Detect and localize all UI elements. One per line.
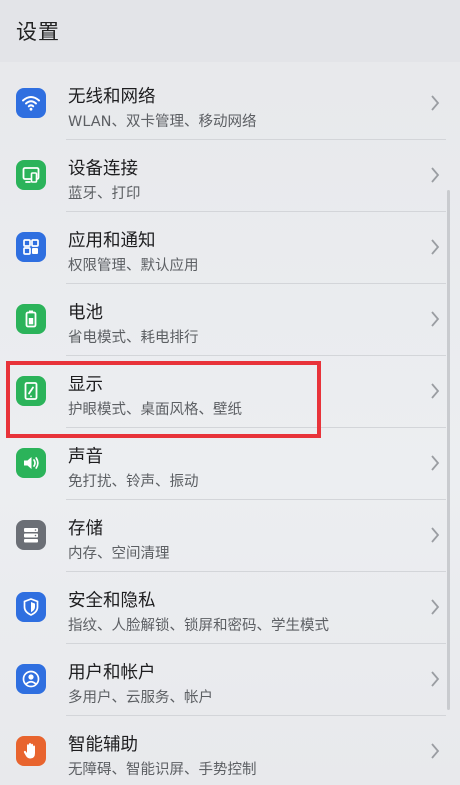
settings-item-wireless-network[interactable]: 无线和网络 WLAN、双卡管理、移动网络 [0,68,460,140]
settings-list: 无线和网络 WLAN、双卡管理、移动网络 设备连接 蓝牙、打印 应用和通知 权限… [0,68,460,785]
settings-item-security-privacy[interactable]: 安全和隐私 指纹、人脸解锁、锁屏和密码、学生模式 [0,572,460,644]
settings-item-title: 存储 [68,519,103,539]
settings-item-title: 显示 [68,375,103,395]
chevron-right-icon [430,454,440,472]
display-icon [16,376,46,406]
chevron-right-icon [430,382,440,400]
settings-item-subtitle: 权限管理、默认应用 [68,258,199,274]
settings-item-title: 安全和隐私 [68,591,156,611]
settings-item-device-connection[interactable]: 设备连接 蓝牙、打印 [0,140,460,212]
settings-item-title: 电池 [68,303,103,323]
settings-item-subtitle: 指纹、人脸解锁、锁屏和密码、学生模式 [68,618,329,634]
sound-icon [16,448,46,478]
settings-item-title: 设备连接 [68,159,138,179]
settings-item-subtitle: WLAN、双卡管理、移动网络 [68,114,257,130]
settings-item-apps-notifications[interactable]: 应用和通知 权限管理、默认应用 [0,212,460,284]
settings-item-subtitle: 护眼模式、桌面风格、壁纸 [68,402,242,418]
shield-icon [16,592,46,622]
chevron-right-icon [430,238,440,256]
settings-item-subtitle: 省电模式、耗电排行 [68,330,199,346]
settings-item-subtitle: 蓝牙、打印 [68,186,141,202]
chevron-right-icon [430,94,440,112]
settings-item-subtitle: 免打扰、铃声、振动 [68,474,199,490]
settings-item-sound[interactable]: 声音 免打扰、铃声、振动 [0,428,460,500]
scrollbar[interactable] [447,190,450,710]
chevron-right-icon [430,310,440,328]
apps-icon [16,232,46,262]
user-icon [16,664,46,694]
battery-icon [16,304,46,334]
chevron-right-icon [430,742,440,760]
wifi-icon [16,88,46,118]
settings-item-title: 无线和网络 [68,87,156,107]
settings-item-subtitle: 内存、空间清理 [68,546,170,562]
settings-item-storage[interactable]: 存储 内存、空间清理 [0,500,460,572]
settings-item-smart-assistance[interactable]: 智能辅助 无障碍、智能识屏、手势控制 [0,716,460,785]
chevron-right-icon [430,598,440,616]
header: 设置 [0,0,460,62]
settings-item-users-accounts[interactable]: 用户和帐户 多用户、云服务、帐户 [0,644,460,716]
settings-item-title: 用户和帐户 [68,663,156,683]
settings-item-subtitle: 多用户、云服务、帐户 [68,690,213,706]
hand-icon [16,736,46,766]
settings-item-subtitle: 无障碍、智能识屏、手势控制 [68,762,257,778]
storage-icon [16,520,46,550]
page-title: 设置 [16,20,60,44]
settings-screen: 设置 无线和网络 WLAN、双卡管理、移动网络 设备连接 蓝牙、打印 应用和通知… [0,0,460,785]
device-connect-icon [16,160,46,190]
settings-item-title: 应用和通知 [68,231,156,251]
settings-item-title: 声音 [68,447,103,467]
chevron-right-icon [430,670,440,688]
settings-item-battery[interactable]: 电池 省电模式、耗电排行 [0,284,460,356]
settings-item-title: 智能辅助 [68,735,138,755]
chevron-right-icon [430,166,440,184]
settings-item-display[interactable]: 显示 护眼模式、桌面风格、壁纸 [0,356,460,428]
chevron-right-icon [430,526,440,544]
